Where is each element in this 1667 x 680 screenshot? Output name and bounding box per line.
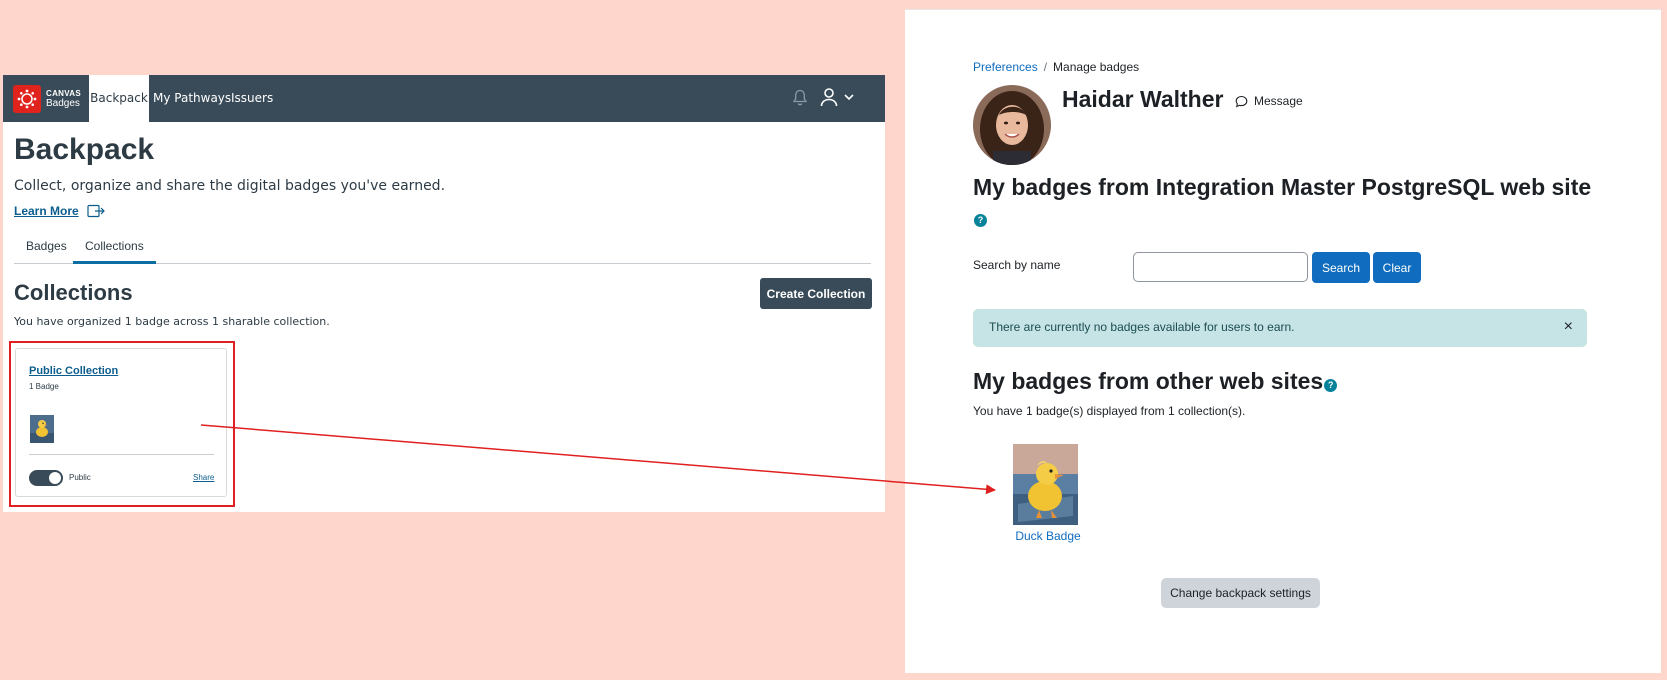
tab-collections[interactable]: Collections bbox=[73, 235, 156, 264]
canvas-badges-window: CANVAS Badges Backpack My Pathways Issue… bbox=[3, 75, 885, 512]
nav-backpack[interactable]: Backpack bbox=[89, 75, 149, 122]
tab-badges[interactable]: Badges bbox=[14, 235, 79, 264]
collection-badge-count: 1 Badge bbox=[29, 382, 59, 391]
search-input[interactable] bbox=[1133, 252, 1308, 282]
backpack-tabs: Badges Collections bbox=[14, 235, 871, 264]
user-avatar[interactable] bbox=[973, 85, 1051, 165]
breadcrumb-separator: / bbox=[1043, 60, 1048, 74]
user-icon[interactable] bbox=[820, 87, 838, 107]
message-link[interactable]: Message bbox=[1235, 94, 1303, 108]
external-link-icon bbox=[87, 204, 105, 218]
search-button[interactable]: Search bbox=[1312, 252, 1370, 283]
badge-name-link[interactable]: Duck Badge bbox=[1013, 529, 1083, 543]
collections-summary: You have organized 1 badge across 1 shar… bbox=[14, 315, 330, 328]
collection-card: Public Collection 1 Badge Public Share bbox=[15, 348, 227, 497]
heading-site-badges-text: My badges from Integration Master Postgr… bbox=[973, 174, 1592, 200]
page-title: Backpack bbox=[14, 133, 155, 166]
close-icon[interactable]: × bbox=[1564, 318, 1573, 336]
page-subtitle: Collect, organize and share the digital … bbox=[14, 178, 446, 194]
canvas-top-nav: CANVAS Badges Backpack My Pathways Issue… bbox=[3, 75, 885, 122]
nav-issuers[interactable]: Issuers bbox=[231, 75, 273, 122]
heading-other-badges: My badges from other web sites? bbox=[973, 367, 1338, 396]
speech-bubble-icon bbox=[1235, 95, 1248, 107]
learn-more-link[interactable]: Learn More bbox=[14, 204, 105, 218]
chevron-down-icon[interactable] bbox=[844, 94, 854, 101]
alert-message: There are currently no badges available … bbox=[989, 320, 1295, 334]
duck-badge-thumbnail[interactable] bbox=[30, 415, 54, 443]
message-label: Message bbox=[1254, 94, 1303, 108]
create-collection-button[interactable]: Create Collection bbox=[760, 278, 872, 309]
visibility-label: Public bbox=[69, 473, 91, 482]
clear-button[interactable]: Clear bbox=[1373, 252, 1421, 283]
logo-text-canvas: CANVAS bbox=[46, 88, 81, 98]
heading-site-badges: My badges from Integration Master Postgr… bbox=[973, 173, 1593, 231]
help-icon[interactable]: ? bbox=[1324, 379, 1338, 392]
canvas-badges-logo[interactable]: CANVAS Badges bbox=[13, 81, 88, 116]
card-divider bbox=[29, 454, 214, 455]
bell-icon[interactable] bbox=[793, 89, 807, 107]
breadcrumb-preferences[interactable]: Preferences bbox=[973, 60, 1038, 74]
help-icon[interactable]: ? bbox=[974, 214, 987, 227]
search-label: Search by name bbox=[973, 258, 1061, 272]
nav-my-pathways[interactable]: My Pathways bbox=[153, 75, 231, 122]
public-toggle[interactable] bbox=[29, 470, 63, 486]
heading-other-badges-text: My badges from other web sites bbox=[973, 368, 1324, 394]
collections-heading: Collections bbox=[14, 280, 133, 305]
logo-text-badges: Badges bbox=[46, 97, 80, 109]
moodle-window: Preferences / Manage badges Haidar Walther… bbox=[905, 9, 1661, 673]
learn-more-label: Learn More bbox=[14, 204, 79, 218]
canvas-logo-icon bbox=[13, 84, 41, 113]
change-backpack-settings-button[interactable]: Change backpack settings bbox=[1161, 578, 1320, 608]
breadcrumb-current: Manage badges bbox=[1053, 60, 1140, 74]
info-alert: There are currently no badges available … bbox=[973, 309, 1587, 347]
other-badges-summary: You have 1 badge(s) displayed from 1 col… bbox=[973, 404, 1246, 418]
user-full-name: Haidar Walther bbox=[1062, 86, 1224, 112]
share-link[interactable]: Share bbox=[193, 473, 214, 482]
breadcrumb: Preferences / Manage badges bbox=[973, 60, 1139, 74]
collection-name-link[interactable]: Public Collection bbox=[29, 365, 118, 377]
duck-badge-image[interactable] bbox=[1013, 444, 1078, 525]
